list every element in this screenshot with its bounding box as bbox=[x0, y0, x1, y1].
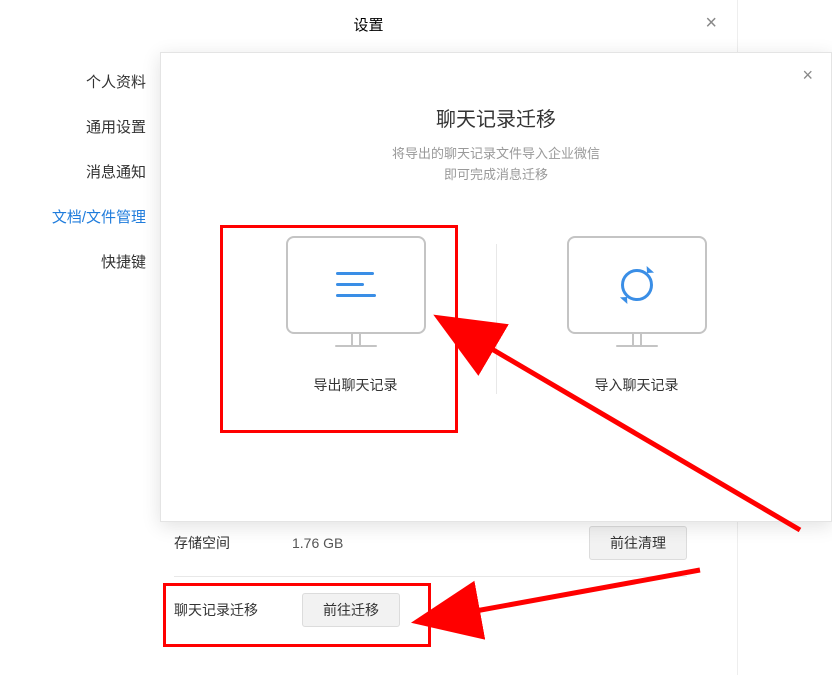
monitor-icon bbox=[286, 236, 426, 334]
sidebar-item-general[interactable]: 通用设置 bbox=[0, 104, 156, 149]
settings-close-button[interactable]: × bbox=[705, 12, 717, 35]
sidebar-item-files[interactable]: 文档/文件管理 bbox=[0, 194, 156, 239]
export-option[interactable]: 导出聊天记录 bbox=[216, 236, 496, 395]
storage-label: 存储空间 bbox=[174, 533, 274, 553]
modal-subtitle-line1: 将导出的聊天记录文件导入企业微信 bbox=[392, 146, 600, 161]
import-label: 导入聊天记录 bbox=[497, 375, 777, 395]
monitor-base-icon bbox=[616, 345, 658, 347]
migration-go-button[interactable]: 前往迁移 bbox=[302, 593, 400, 627]
settings-title: 设置 bbox=[0, 0, 737, 49]
bottom-rows: 存储空间 1.76 GB 前往清理 聊天记录迁移 前往迁移 bbox=[174, 510, 687, 643]
storage-value: 1.76 GB bbox=[292, 535, 343, 551]
refresh-icon bbox=[621, 269, 653, 301]
sidebar-item-notifications[interactable]: 消息通知 bbox=[0, 149, 156, 194]
sidebar-item-shortcuts[interactable]: 快捷键 bbox=[0, 239, 156, 284]
modal-title: 聊天记录迁移 bbox=[161, 103, 831, 132]
modal-subtitle-line2: 即可完成消息迁移 bbox=[444, 167, 548, 182]
text-lines-icon bbox=[336, 272, 376, 297]
sidebar-item-profile[interactable]: 个人资料 bbox=[0, 59, 156, 104]
storage-clean-button[interactable]: 前往清理 bbox=[589, 526, 687, 560]
monitor-base-icon bbox=[335, 345, 377, 347]
sidebar: 个人资料 通用设置 消息通知 文档/文件管理 快捷键 bbox=[0, 49, 160, 674]
migration-row: 聊天记录迁移 前往迁移 bbox=[174, 576, 687, 643]
export-label: 导出聊天记录 bbox=[216, 375, 496, 395]
monitor-stand-icon bbox=[632, 333, 642, 345]
import-option[interactable]: 导入聊天记录 bbox=[497, 236, 777, 395]
migration-label: 聊天记录迁移 bbox=[174, 600, 274, 620]
modal-close-button[interactable]: × bbox=[802, 65, 813, 86]
monitor-stand-icon bbox=[351, 333, 361, 345]
modal-options: 导出聊天记录 导入聊天记录 bbox=[161, 236, 831, 395]
modal-subtitle: 将导出的聊天记录文件导入企业微信 即可完成消息迁移 bbox=[161, 144, 831, 186]
monitor-icon bbox=[567, 236, 707, 334]
migration-modal: × 聊天记录迁移 将导出的聊天记录文件导入企业微信 即可完成消息迁移 导出聊天记… bbox=[160, 52, 832, 522]
